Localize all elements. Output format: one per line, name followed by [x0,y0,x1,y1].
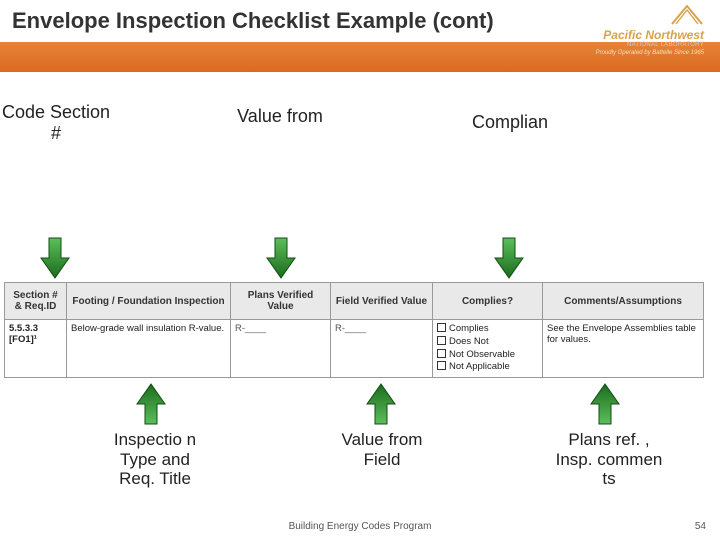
checkbox-icon [437,349,446,358]
complies-option: Not Observable [437,349,538,362]
footer-text: Building Energy Codes Program [0,521,720,532]
page-number: 54 [695,521,706,532]
cell-field-verified: R-____ [331,320,433,377]
arrow-up-icon [364,382,398,426]
complies-option: Not Applicable [437,361,538,374]
th-comments: Comments/Assumptions [543,283,703,319]
checkbox-icon [437,361,446,370]
cell-inspection: Below-grade wall insulation R-value. [67,320,231,377]
checkbox-icon [437,323,446,332]
complies-label: Complies [449,323,489,334]
cell-section: 5.5.3.3 [FO1]¹ [5,320,67,377]
pnnl-logo-icon [670,4,704,26]
top-callouts: Code Section # Value from Complian [0,86,716,158]
complies-option: Complies [437,323,538,336]
cell-comments: See the Envelope Assemblies table for va… [543,320,703,377]
complies-label: Not Observable [449,349,515,360]
brand-main: Pacific Northwest [596,28,704,42]
arrow-up-icon [588,382,622,426]
cell-complies: Complies Does Not Not Observable Not App… [433,320,543,377]
th-complies: Complies? [433,283,543,319]
cell-plans-verified: R-____ [231,320,331,377]
th-plans-verified: Plans Verified Value [231,283,331,319]
callout-value-from-plans: Value from [220,106,340,127]
arrow-up-icon [134,382,168,426]
arrow-down-icon [38,236,72,280]
brand-block: Pacific Northwest NATIONAL LABORATORY Pr… [596,4,704,56]
complies-option: Does Not [437,336,538,349]
checklist-table: Section # & Req.ID Footing / Foundation … [4,282,704,378]
arrow-down-icon [264,236,298,280]
bottom-callouts: Inspectio n Type and Req. Title Value fr… [0,430,720,550]
table-header-row: Section # & Req.ID Footing / Foundation … [5,283,703,319]
page-title: Envelope Inspection Checklist Example (c… [12,8,494,34]
callout-compliance: Complian [450,112,570,133]
slide-header: Envelope Inspection Checklist Example (c… [0,0,720,78]
callout-plans-comments: Plans ref. , Insp. commen ts [554,430,664,489]
arrow-down-icon [492,236,526,280]
table-row: 5.5.3.3 [FO1]¹ Below-grade wall insulati… [5,319,703,377]
th-section: Section # & Req.ID [5,283,67,319]
checkbox-icon [437,336,446,345]
complies-label: Does Not [449,336,489,347]
brand-tagline: Proudly Operated by Battelle Since 1965 [596,50,704,56]
brand-sub: NATIONAL LABORATORY [596,42,704,48]
th-field-verified: Field Verified Value [331,283,433,319]
slide-content: Code Section # Value from Complian Secti… [0,78,720,158]
callout-inspection-type: Inspectio n Type and Req. Title [100,430,210,489]
callout-code-section: Code Section # [0,102,112,143]
th-inspection: Footing / Foundation Inspection [67,283,231,319]
complies-label: Not Applicable [449,361,510,372]
callout-value-from-field: Value from Field [332,430,432,469]
